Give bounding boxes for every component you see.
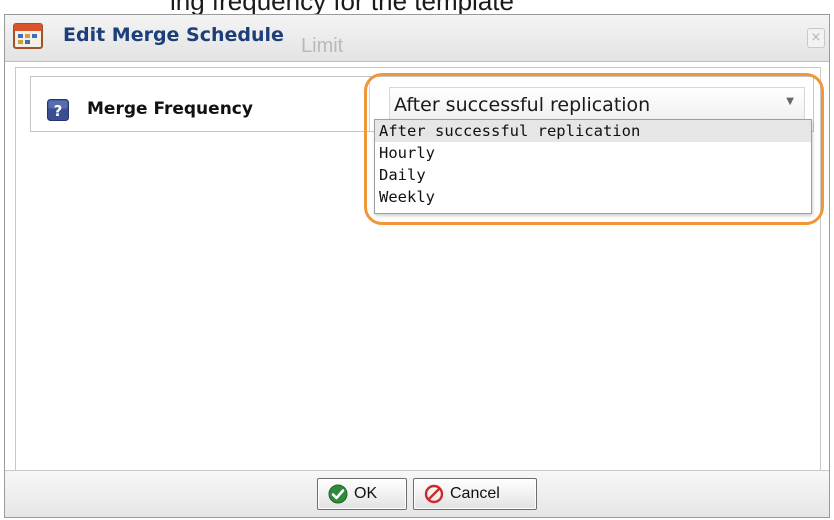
merge-frequency-label: Merge Frequency [87,99,253,119]
close-button[interactable]: × [807,28,825,48]
checkmark-icon [328,484,348,504]
ok-button[interactable]: OK [317,478,407,510]
merge-frequency-dropdown-list: After successful replication Hourly Dail… [374,119,812,214]
schedule-window-icon [13,23,43,49]
cancel-icon [424,484,444,504]
dropdown-option[interactable]: Daily [375,164,811,186]
background-overlap-text: Limit [301,35,344,57]
cancel-label: Cancel [450,485,500,502]
svg-text:?: ? [54,102,63,120]
edit-merge-schedule-dialog: Edit Merge Schedule × Limit ? Merge Freq… [4,14,830,518]
ok-label: OK [354,485,378,502]
background-window-strip: ing frequency for the template [0,0,834,14]
cancel-button[interactable]: Cancel [413,478,537,510]
chevron-down-icon[interactable]: ▼ [786,96,794,107]
dialog-footer: OK Cancel [5,470,829,517]
property-label-cell: ? Merge Frequency [31,77,370,131]
dropdown-option[interactable]: Weekly [375,186,811,208]
background-text: ing frequency for the template [170,0,514,14]
dropdown-option[interactable]: Hourly [375,142,811,164]
help-question-icon[interactable]: ? [47,99,69,121]
dropdown-option[interactable]: After successful replication [375,120,811,142]
dialog-title: Edit Merge Schedule [63,24,284,46]
select-current-value: After successful replication [394,94,651,116]
dialog-titlebar[interactable]: Edit Merge Schedule × [5,15,829,62]
